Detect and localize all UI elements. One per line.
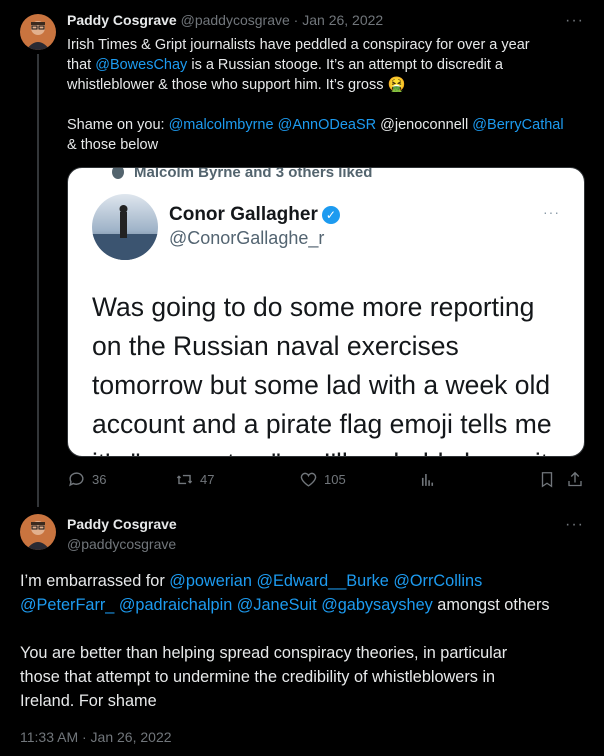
tweet-line: @PeterFarr_ @padraichalpin @JaneSuit @ga… <box>20 593 590 617</box>
share-button[interactable] <box>566 470 584 489</box>
author-name[interactable]: Paddy Cosgrave <box>67 12 177 28</box>
mention-link[interactable]: @JaneSuit <box>237 596 317 614</box>
text-span: Ireland. For shame <box>20 692 157 710</box>
author-name[interactable]: Paddy Cosgrave <box>67 516 177 532</box>
embedded-tweet-text: Was going to do some more reporting on t… <box>92 292 552 456</box>
text-span: Conor Gallagher <box>169 204 318 225</box>
reply-count: 36 <box>92 472 107 487</box>
tweet-actions: 36 47 105 <box>67 470 587 490</box>
mention-link[interactable]: @PeterFarr_ <box>20 596 114 614</box>
mention-link[interactable]: @gabysayshey <box>321 596 433 614</box>
like-icon <box>300 472 317 487</box>
tweet-line: Shame on you: @malcolmbyrne @AnnODeaSR @… <box>67 115 587 135</box>
text-span: You are better than helping spread consp… <box>20 644 508 662</box>
tweet-text: I’m embarrassed for @powerian @Edward__B… <box>20 569 590 713</box>
text-span: that <box>67 57 96 73</box>
separator: · <box>293 12 299 28</box>
embedded-author-name: Conor Gallagher ✓ <box>169 204 340 226</box>
avatar[interactable] <box>20 514 56 550</box>
embedded-author-handle: @ConorGallaghe_r <box>169 228 325 248</box>
mention-link[interactable]: @AnnODeaSR <box>278 117 377 133</box>
tweet-line: whistleblower & those who support him. I… <box>67 75 587 95</box>
views-icon <box>421 473 434 486</box>
author-handle[interactable]: @paddycosgrave <box>181 12 290 28</box>
mention-text: @jenoconnell <box>380 117 469 133</box>
tweet-line: You are better than helping spread consp… <box>20 641 590 665</box>
tweet-date[interactable]: Jan 26, 2022 <box>302 12 383 28</box>
text-span: those that attempt to undermine the cred… <box>20 668 496 686</box>
embedded-avatar <box>92 194 158 260</box>
more-icon: ··· <box>543 204 560 220</box>
retweet-icon <box>176 474 193 485</box>
text-span: & those below <box>67 137 159 153</box>
retweet-button[interactable]: 47 <box>175 470 214 489</box>
tweet-text: Irish Times & Gript journalists have ped… <box>67 35 587 155</box>
tweet-line: that @BowesChay is a Russian stooge. It’… <box>67 55 587 75</box>
text-span: I’m embarrassed for <box>20 572 170 590</box>
bookmark-icon <box>541 472 553 488</box>
share-icon <box>568 471 582 487</box>
text-span: amongst others <box>432 596 550 614</box>
verified-badge-icon: ✓ <box>321 206 340 224</box>
author-handle[interactable]: @paddycosgrave <box>67 536 176 552</box>
bookmark-button[interactable] <box>538 470 556 489</box>
mention-link[interactable]: @Edward__Burke <box>256 572 388 590</box>
views-button[interactable] <box>418 470 437 489</box>
tweet-line: Irish Times & Gript journalists have ped… <box>67 35 587 55</box>
mention-link[interactable]: @OrrCollins <box>393 572 482 590</box>
text-span: Shame on you: <box>67 117 169 133</box>
avatar[interactable] <box>20 14 56 50</box>
mention-link[interactable]: @padraichalpin <box>119 596 232 614</box>
like-count: 105 <box>324 472 346 487</box>
retweet-count: 47 <box>200 472 215 487</box>
tweet-line: Ireland. For shame <box>20 689 590 713</box>
reply-icon <box>69 472 84 487</box>
attached-image[interactable]: Malcolm Byrne and 3 others liked Conor G… <box>67 167 585 457</box>
thread-connector <box>37 54 39 507</box>
mention-link[interactable]: @BerryCathal <box>472 117 563 133</box>
liked-by-line: Malcolm Byrne and 3 others liked <box>134 167 373 181</box>
tweet-timestamp[interactable]: 11:33 AM · Jan 26, 2022 <box>20 729 172 745</box>
tweet-line: & those below <box>67 135 587 155</box>
text-span: is a Russian stooge. It’s an attempt to … <box>187 57 503 73</box>
heart-icon <box>112 168 124 179</box>
mention-link[interactable]: @malcolmbyrne <box>169 117 274 133</box>
tweet-header: Paddy Cosgrave @paddycosgrave · Jan 26, … <box>67 12 383 28</box>
tweet-line: I’m embarrassed for @powerian @Edward__B… <box>20 569 590 593</box>
text-span: whistleblower & those who support him. I… <box>67 77 406 93</box>
mention-link[interactable]: @powerian <box>169 572 252 590</box>
tweet-line: those that attempt to undermine the cred… <box>20 665 590 689</box>
text-span: Irish Times & Gript journalists have ped… <box>67 37 530 53</box>
more-icon[interactable]: ··· <box>565 12 584 30</box>
reply-button[interactable]: 36 <box>67 470 106 489</box>
more-icon[interactable]: ··· <box>565 516 584 534</box>
like-button[interactable]: 105 <box>299 470 346 489</box>
mention-link[interactable]: @BowesChay <box>95 57 187 73</box>
